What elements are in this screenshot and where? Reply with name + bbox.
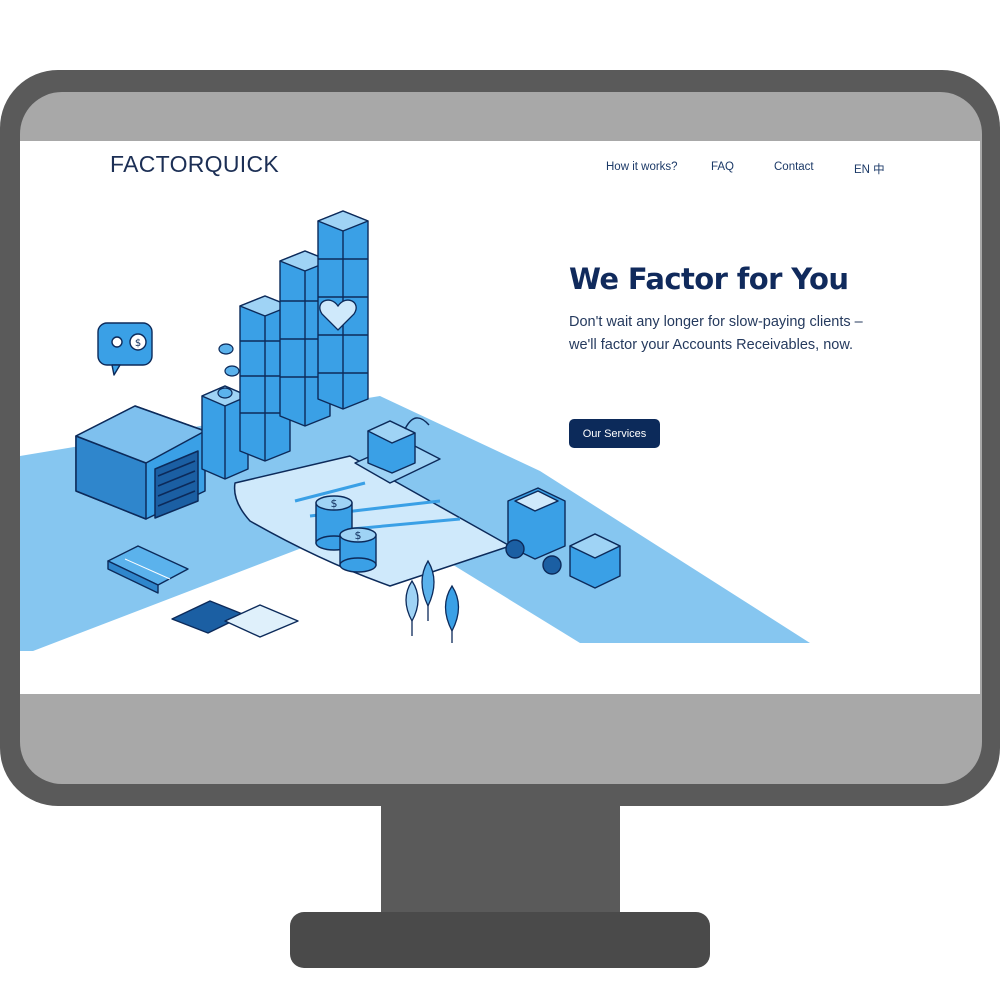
language-switcher[interactable]: EN 中	[854, 161, 885, 177]
monitor-stand-base	[290, 912, 710, 968]
nav-how-it-works[interactable]: How it works?	[606, 161, 678, 173]
our-services-button[interactable]: Our Services	[569, 419, 660, 448]
hero-subtitle: Don't wait any longer for slow-paying cl…	[569, 311, 929, 357]
site-logo[interactable]: FACTORQUICK	[110, 151, 279, 178]
svg-text:$: $	[355, 529, 362, 542]
svg-text:$: $	[331, 497, 338, 510]
nav-faq[interactable]: FAQ	[711, 161, 734, 173]
website-screen: FACTORQUICK How it works? FAQ Contact EN…	[20, 141, 980, 694]
hero-title: We Factor for You	[569, 262, 849, 296]
nav-contact[interactable]: Contact	[774, 161, 814, 173]
svg-text:$: $	[135, 338, 141, 349]
monitor-stand-neck	[381, 806, 620, 918]
floating-coins	[217, 343, 240, 399]
puzzle-icon	[171, 600, 299, 638]
hero-subtitle-line-2: we'll factor your Accounts Receivables, …	[569, 337, 854, 353]
chat-bubble-icon: $	[97, 322, 153, 376]
hero-subtitle-line-1: Don't wait any longer for slow-paying cl…	[569, 314, 863, 330]
